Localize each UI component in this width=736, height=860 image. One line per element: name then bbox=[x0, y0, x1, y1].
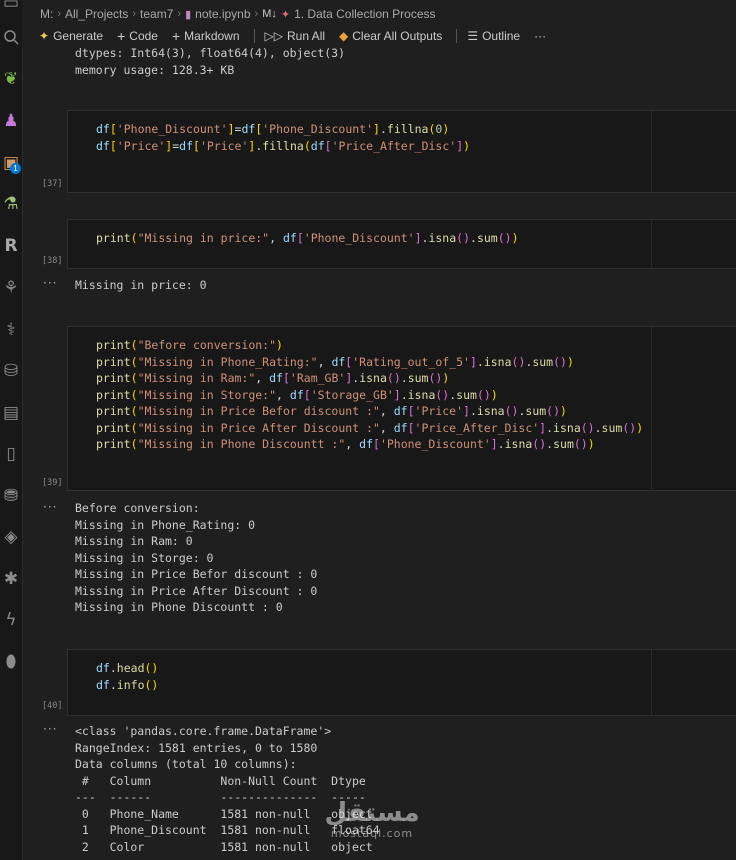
output-line: # Column Non-Null Count Dtype bbox=[75, 773, 366, 788]
server-icon[interactable]: ▤ bbox=[0, 400, 22, 426]
execution-count: [38] bbox=[42, 256, 63, 266]
mongo-leaf-icon[interactable]: ⬮ bbox=[0, 649, 22, 675]
toolbar-divider bbox=[456, 29, 458, 43]
search-icon[interactable] bbox=[0, 24, 22, 50]
cell-output-text: Missing in price: 0 bbox=[75, 278, 207, 292]
run-all-label: Run All bbox=[287, 29, 326, 43]
execution-count: [37] bbox=[42, 179, 63, 189]
plus-icon: + bbox=[171, 28, 181, 44]
clear-all-label: Clear All Outputs bbox=[352, 29, 443, 43]
watermark-logo: مستقل mostaql.com bbox=[322, 798, 422, 848]
output-more-icon[interactable]: ··· bbox=[43, 722, 57, 736]
bug-icon[interactable]: ✱ bbox=[0, 566, 22, 592]
files-icon[interactable]: ▭ bbox=[0, 0, 22, 16]
output-line: Missing in Price After Discount : 0 bbox=[75, 583, 318, 598]
code-editor[interactable]: df.head() df.info() bbox=[96, 660, 158, 693]
breadcrumb-section[interactable]: 1. Data Collection Process bbox=[294, 7, 435, 21]
output-more-icon[interactable]: ··· bbox=[43, 500, 57, 514]
output-line: memory usage: 128.3+ KB bbox=[75, 62, 235, 77]
database-stack-icon[interactable]: ⛃ bbox=[0, 483, 22, 509]
package-icon[interactable]: ▣ 1 bbox=[0, 150, 22, 176]
notebook-icon[interactable]: ▯ bbox=[0, 441, 22, 467]
breadcrumb-folder[interactable]: All_Projects bbox=[65, 7, 128, 21]
code-label: Code bbox=[129, 29, 158, 43]
eraser-icon: ◆ bbox=[339, 29, 349, 43]
output-line: Missing in Phone_Rating: 0 bbox=[75, 517, 256, 532]
notebook-toolbar: ✦ Generate + Code + Markdown ▷▷ Run All … bbox=[22, 24, 736, 48]
cell-toolbar-gutter bbox=[651, 111, 736, 192]
more-actions-button[interactable]: ··· bbox=[534, 29, 546, 43]
outline-label: Outline bbox=[482, 29, 521, 43]
chevron-right-icon: › bbox=[177, 8, 182, 20]
breadcrumb-file[interactable]: note.ipynb bbox=[195, 7, 250, 21]
output-line: Missing in Price Befor discount : 0 bbox=[75, 567, 318, 581]
output-line: Before conversion: bbox=[75, 501, 200, 515]
breadcrumb-folder[interactable]: team7 bbox=[140, 7, 173, 21]
outline-button[interactable]: ☰ Outline bbox=[467, 29, 520, 43]
code-editor[interactable]: df['Phone_Discount']=df['Phone_Discount'… bbox=[96, 121, 470, 154]
output-line: Data columns (total 10 columns): bbox=[75, 757, 297, 771]
chevron-right-icon: › bbox=[57, 8, 62, 20]
add-markdown-button[interactable]: + Markdown bbox=[172, 28, 240, 44]
chevron-right-icon: › bbox=[254, 8, 259, 20]
tree-icon[interactable]: ⚘ bbox=[0, 275, 22, 301]
watermark-latin: mostaql.com bbox=[330, 827, 414, 840]
r-language-icon[interactable]: R bbox=[0, 233, 22, 259]
output-line: Missing in Phone Discountt : 0 bbox=[75, 600, 283, 614]
database-icon[interactable]: ⛁ bbox=[0, 358, 22, 384]
breadcrumb-drive[interactable]: M: bbox=[40, 7, 53, 21]
notebook-body: dtypes: Int64(3), float64(4), object(3) m… bbox=[22, 46, 736, 860]
run-all-button[interactable]: ▷▷ Run All bbox=[265, 29, 326, 43]
cell-toolbar-gutter bbox=[651, 220, 736, 268]
watermark-arabic: مستقل bbox=[324, 798, 420, 828]
notebook-file-icon: ▮ bbox=[185, 8, 192, 21]
lightning-icon[interactable]: ϟ bbox=[0, 607, 22, 633]
cell-output-text: dtypes: Int64(3), float64(4), object(3) m… bbox=[75, 46, 345, 78]
generate-label: Generate bbox=[53, 29, 104, 43]
output-line: RangeIndex: 1581 entries, 0 to 1580 bbox=[75, 740, 318, 755]
add-code-button[interactable]: + Code bbox=[117, 28, 158, 44]
generate-button[interactable]: ✦ Generate bbox=[39, 29, 103, 43]
output-line: Missing in Ram: 0 bbox=[75, 534, 193, 548]
toolbar-divider bbox=[253, 29, 255, 43]
output-line: Missing in Storge: 0 bbox=[75, 550, 214, 565]
notification-badge: 1 bbox=[10, 163, 21, 174]
spy-icon[interactable]: ♟ bbox=[0, 108, 22, 134]
plus-icon: + bbox=[117, 28, 126, 44]
execution-count: [39] bbox=[42, 478, 63, 488]
layers-icon[interactable]: ◈ bbox=[0, 524, 22, 550]
run-all-icon: ▷▷ bbox=[264, 29, 283, 43]
test-tube-icon[interactable]: ⚗ bbox=[0, 191, 22, 217]
output-line: dtypes: Int64(3), float64(4), object(3) bbox=[75, 46, 346, 60]
markdown-icon: M↓ bbox=[262, 8, 277, 20]
code-cell-39[interactable]: print("Before conversion:") print("Missin… bbox=[67, 326, 736, 491]
code-cell-37[interactable]: df['Phone_Discount']=df['Phone_Discount'… bbox=[67, 110, 736, 193]
output-more-icon[interactable]: ··· bbox=[43, 276, 57, 290]
clear-all-outputs-button[interactable]: ◆ Clear All Outputs bbox=[339, 29, 442, 43]
code-editor[interactable]: print("Missing in price:", df['Phone_Dis… bbox=[96, 230, 519, 247]
code-cell-38[interactable]: print("Missing in price:", df['Phone_Dis… bbox=[67, 219, 736, 269]
cell-toolbar-gutter bbox=[651, 327, 736, 490]
cell-toolbar-gutter bbox=[651, 650, 736, 715]
cell-output-text: Before conversion: Missing in Phone_Ratin… bbox=[75, 500, 317, 616]
output-line: <class 'pandas.core.frame.DataFrame'> bbox=[75, 724, 332, 738]
code-cell-40[interactable]: df.head() df.info() bbox=[67, 649, 736, 716]
list-icon: ☰ bbox=[467, 29, 479, 43]
chevron-right-icon: › bbox=[132, 8, 137, 20]
sparkle-icon: ✦ bbox=[39, 29, 50, 43]
activity-bar: ▭ ❦ ♟ ▣ 1 ⚗ R ⚘ ⚕ ⛁ ▤ ▯ ⛃ ◈ ✱ ϟ ⬮ bbox=[0, 0, 23, 860]
markdown-label: Markdown bbox=[184, 29, 240, 43]
leaf-icon[interactable]: ❦ bbox=[0, 66, 22, 92]
pin-icon: ✦ bbox=[280, 8, 291, 21]
python-icon[interactable]: ⚕ bbox=[0, 317, 22, 343]
code-editor[interactable]: print("Before conversion:") print("Missin… bbox=[96, 337, 643, 453]
execution-count: [40] bbox=[42, 701, 63, 711]
